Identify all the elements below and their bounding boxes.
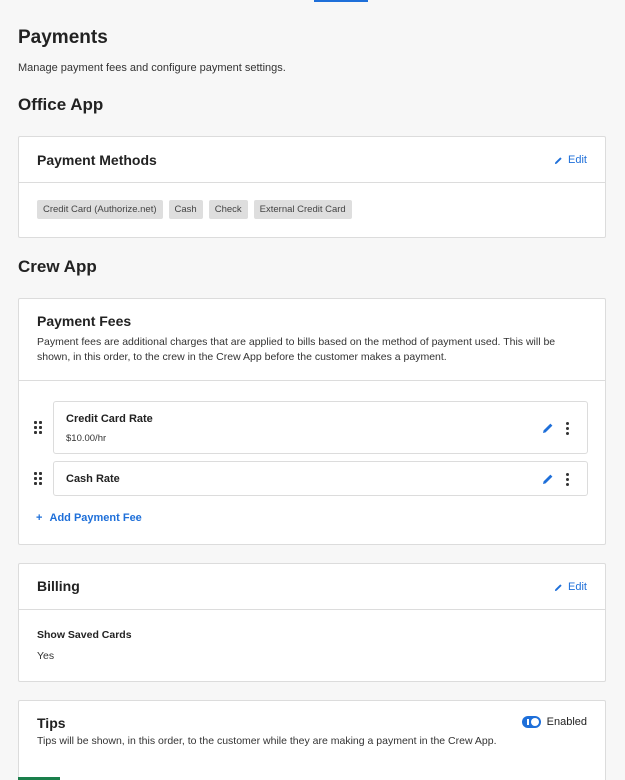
payment-methods-title: Payment Methods [37,152,157,168]
pencil-icon[interactable] [542,422,554,434]
pencil-icon[interactable] [542,473,554,485]
payment-method-tag: Cash [168,200,203,219]
tips-card: Tips Enabled Tips will be shown, in this… [18,700,606,780]
payment-fees-description: Payment fees are additional charges that… [37,336,556,363]
fee-card: Cash Rate [53,461,588,496]
drag-handle-icon[interactable] [34,421,44,434]
billing-title: Billing [37,578,80,594]
tips-toggle-group: Enabled [521,716,587,728]
payment-methods-card: Payment Methods Edit Credit Card (Author… [18,136,606,238]
tips-description: Tips will be shown, in this order, to th… [37,735,497,747]
more-options-icon[interactable] [565,422,569,436]
fee-amount: $10.00/hr [66,433,107,444]
billing-header: Billing Edit [19,564,605,610]
payment-methods-header: Payment Methods Edit [19,137,605,183]
fee-row-cash: Cash Rate [34,461,588,496]
crew-app-heading: Crew App [18,257,97,276]
fee-name: Cash Rate [66,473,120,485]
office-app-heading: Office App [18,95,104,114]
payment-method-tags: Credit Card (Authorize.net) Cash Check E… [19,183,605,237]
pencil-icon [554,583,562,591]
payment-fees-header: Payment Fees Payment fees are additional… [19,299,605,381]
show-saved-cards-value: Yes [37,650,55,662]
more-options-icon[interactable] [565,473,569,487]
payment-method-tag: Credit Card (Authorize.net) [37,200,163,219]
payment-method-tag: Check [208,200,248,219]
plus-icon: + [36,512,43,524]
fee-name: Credit Card Rate [66,413,153,425]
edit-label: Edit [568,581,587,593]
payment-fees-title: Payment Fees [37,313,132,329]
fee-row-credit-card: Credit Card Rate $10.00/hr [34,401,588,454]
drag-handle-icon[interactable] [34,472,44,485]
payment-methods-edit-button[interactable]: Edit [554,154,587,166]
page-subtitle: Manage payment fees and configure paymen… [18,62,286,74]
edit-label: Edit [568,154,587,166]
tips-enabled-toggle[interactable] [521,716,541,728]
top-tab-indicator [314,0,368,2]
tips-toggle-label: Enabled [546,716,587,728]
payment-method-tag: External Credit Card [253,200,352,219]
billing-body: Show Saved Cards Yes [19,610,605,662]
tips-title: Tips [37,715,66,731]
page-title: Payments [18,27,108,48]
pencil-icon [554,156,562,164]
billing-card: Billing Edit Show Saved Cards Yes [18,563,606,682]
fee-card: Credit Card Rate $10.00/hr [53,401,588,454]
billing-edit-button[interactable]: Edit [554,581,587,593]
show-saved-cards-label: Show Saved Cards [37,629,132,641]
add-payment-fee-label: Add Payment Fee [49,512,142,524]
add-payment-fee-button[interactable]: + Add Payment Fee [36,512,142,524]
